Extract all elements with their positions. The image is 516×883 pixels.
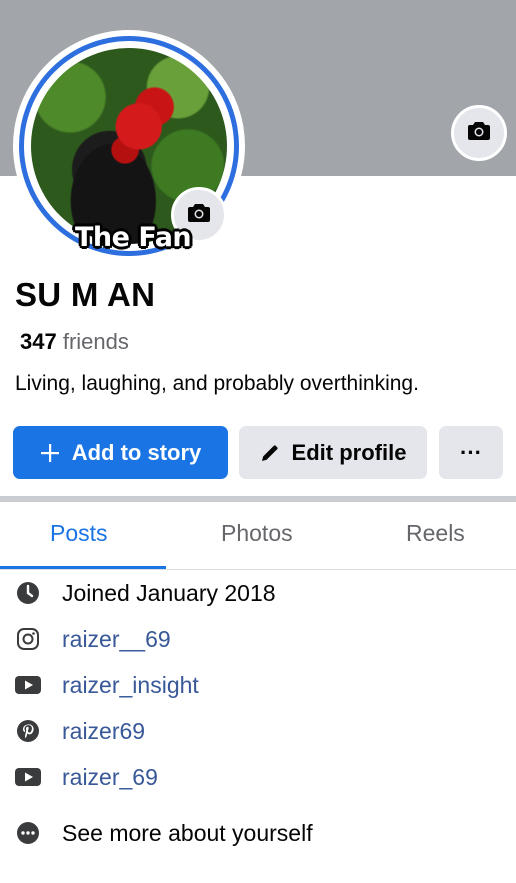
instagram-icon xyxy=(15,626,41,652)
pinterest-icon xyxy=(15,718,41,744)
pencil-icon xyxy=(260,443,280,463)
add-to-story-label: Add to story xyxy=(71,439,202,465)
detail-instagram-link[interactable]: raizer__69 xyxy=(62,626,171,653)
edit-cover-button[interactable] xyxy=(451,105,507,161)
clock-icon xyxy=(15,580,41,606)
tab-reels[interactable]: Reels xyxy=(406,520,465,547)
detail-youtube-link-1[interactable]: raizer_insight xyxy=(62,672,199,699)
detail-pinterest-link[interactable]: raizer69 xyxy=(62,718,145,745)
profile-name: SU M AN xyxy=(15,276,156,313)
friends-number: 347 xyxy=(20,329,57,354)
profile-bio: Living, laughing, and probably overthink… xyxy=(15,372,419,395)
tab-photos[interactable]: Photos xyxy=(221,520,293,547)
friends-count[interactable]: 347 friends xyxy=(20,329,129,355)
add-to-story-button[interactable]: Add to story xyxy=(13,426,228,479)
youtube-icon xyxy=(15,764,41,790)
detail-joined-text: Joined January 2018 xyxy=(62,579,276,606)
more-options-button[interactable]: ··· xyxy=(439,426,503,479)
active-tab-indicator xyxy=(0,566,166,569)
friends-label: friends xyxy=(62,329,129,354)
avatar-sticker-text: The Fan xyxy=(75,222,192,253)
plus-icon xyxy=(40,443,60,463)
detail-youtube-link-2[interactable]: raizer_69 xyxy=(62,764,158,791)
more-icon xyxy=(15,820,41,846)
profile-tabs: Posts Photos Reels xyxy=(0,502,516,570)
edit-profile-label: Edit profile xyxy=(291,439,407,465)
more-options-label: ··· xyxy=(460,439,482,465)
camera-icon xyxy=(467,120,491,147)
detail-see-more-text[interactable]: See more about yourself xyxy=(62,820,313,847)
tab-posts[interactable]: Posts xyxy=(50,520,108,547)
youtube-icon xyxy=(15,672,41,698)
edit-profile-button[interactable]: Edit profile xyxy=(239,426,427,479)
